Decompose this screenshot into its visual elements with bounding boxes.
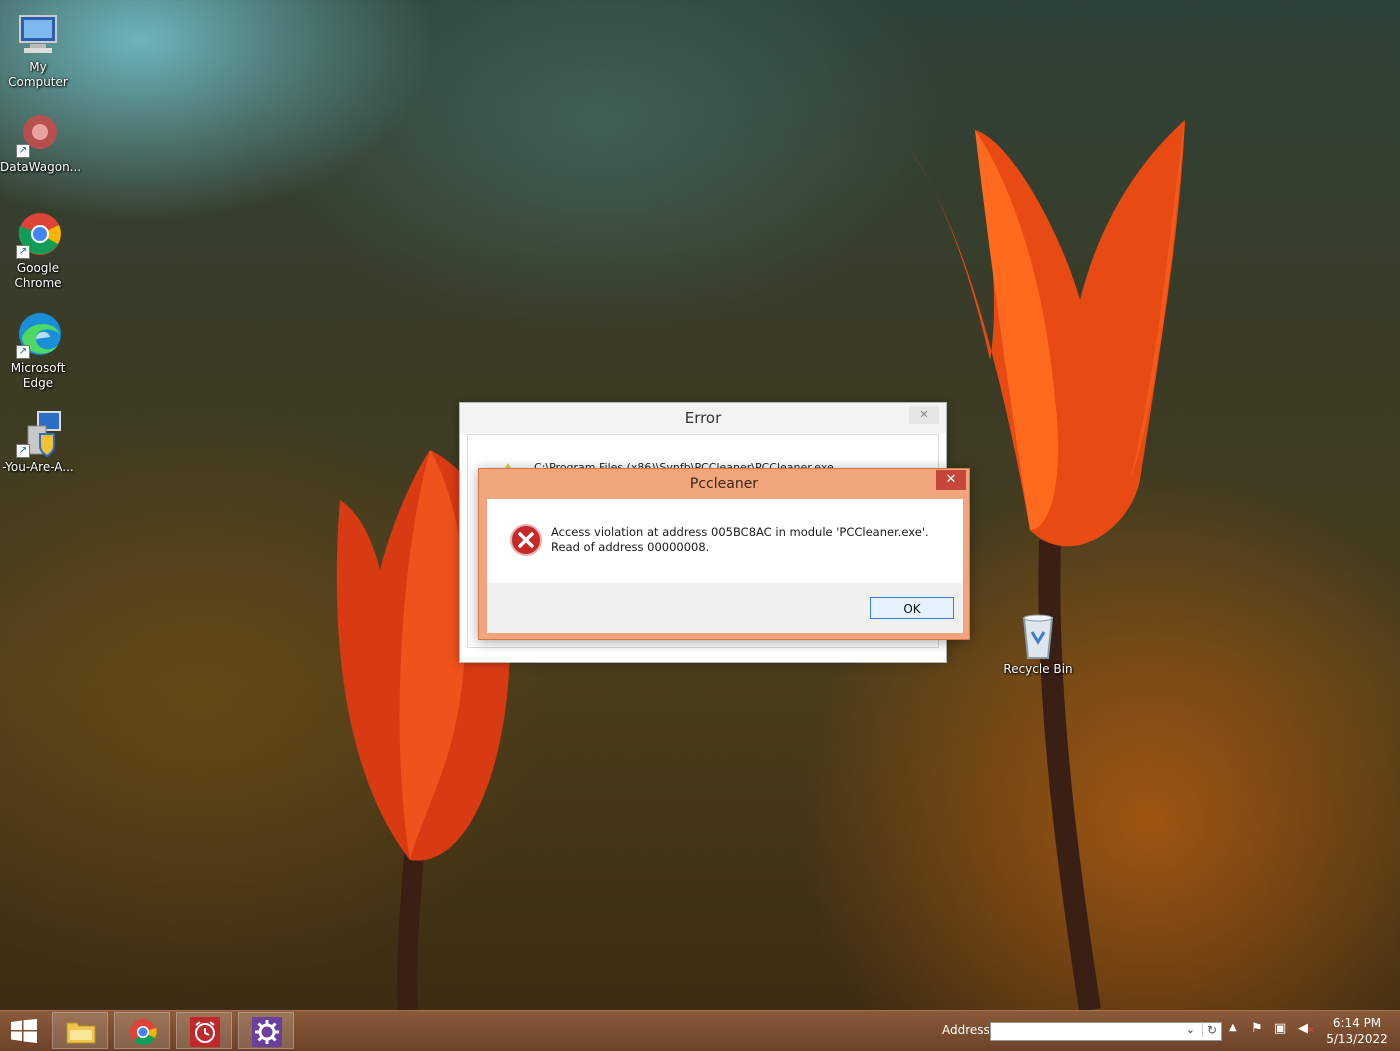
error-icon bbox=[510, 524, 542, 556]
pccleaner-dialog[interactable]: Pccleaner ✕ Access violation at address … bbox=[478, 468, 970, 640]
desktop-icon-label: -You-Are-A... bbox=[2, 460, 74, 474]
chrome-icon bbox=[130, 1019, 157, 1046]
start-button[interactable] bbox=[0, 1011, 48, 1051]
alarm-clock-icon bbox=[190, 1017, 220, 1047]
shortcut-arrow-icon: ↗ bbox=[16, 345, 30, 359]
pccleaner-dialog-close-button[interactable]: ✕ bbox=[936, 470, 966, 490]
clock-date: 5/13/2022 bbox=[1326, 1032, 1388, 1046]
taskbar-chrome[interactable] bbox=[114, 1012, 170, 1049]
desktop-icon-label: Google Chrome bbox=[14, 261, 62, 290]
desktop-icon-label: Microsoft Edge bbox=[10, 361, 66, 390]
error-dialog-title: Error bbox=[684, 409, 722, 427]
pccleaner-dialog-titlebar[interactable]: Pccleaner bbox=[479, 469, 969, 499]
desktop-icon-label: DataWagon... bbox=[0, 160, 82, 174]
computer-icon bbox=[14, 10, 62, 58]
close-icon: ✕ bbox=[919, 408, 929, 421]
shortcut-arrow-icon: ↗ bbox=[16, 444, 30, 458]
edge-icon: ↗ bbox=[14, 311, 62, 359]
shortcut-arrow-icon: ↗ bbox=[16, 144, 30, 158]
datawagon-icon: ↗ bbox=[14, 110, 62, 158]
desktop-icon-my-computer[interactable]: My Computer bbox=[0, 10, 76, 90]
desktop-icon-microsoft-edge[interactable]: ↗ Microsoft Edge bbox=[0, 311, 76, 391]
clock[interactable]: 6:14 PM 5/13/2022 bbox=[1322, 1015, 1392, 1047]
taskbar: Address ⌄ ↻ ▲ ⚑ ▣ ◀ ✕ 6:14 PM 5/13/2022 bbox=[0, 1010, 1400, 1051]
desktop-icon-google-chrome[interactable]: ↗ Google Chrome bbox=[0, 211, 76, 291]
network-icon[interactable]: ▣ bbox=[1274, 1021, 1286, 1036]
error-dialog-close-button[interactable]: ✕ bbox=[909, 406, 939, 424]
pccleaner-dialog-message: Access violation at address 005BC8AC in … bbox=[551, 525, 929, 554]
taskbar-settings[interactable] bbox=[238, 1012, 294, 1049]
desktop-icon-label: Recycle Bin bbox=[1003, 662, 1073, 676]
close-icon: ✕ bbox=[945, 472, 957, 487]
taskbar-file-explorer[interactable] bbox=[52, 1012, 108, 1049]
pccleaner-dialog-footer: OK bbox=[487, 583, 963, 633]
volume-muted-x-icon: ✕ bbox=[1307, 1026, 1315, 1036]
address-toolbar-label: Address bbox=[942, 1023, 990, 1037]
desktop-icon-datawagon[interactable]: ↗ DataWagon... bbox=[0, 110, 82, 175]
desktop-icon-label: My Computer bbox=[8, 60, 68, 89]
shortcut-arrow-icon: ↗ bbox=[16, 245, 30, 259]
pccleaner-dialog-title: Pccleaner bbox=[689, 476, 759, 492]
taskbar-alarms[interactable] bbox=[176, 1012, 232, 1049]
recycle-bin-icon bbox=[1014, 612, 1062, 660]
action-center-flag-icon[interactable]: ⚑ bbox=[1251, 1021, 1263, 1036]
pccleaner-dialog-content: Access violation at address 005BC8AC in … bbox=[487, 499, 963, 583]
chrome-icon: ↗ bbox=[14, 211, 62, 259]
installer-icon: ↗ bbox=[14, 410, 62, 458]
chevron-down-icon[interactable]: ⌄ bbox=[1186, 1023, 1195, 1036]
desktop-icon-installer[interactable]: ↗ -You-Are-A... bbox=[0, 410, 76, 475]
clock-time: 6:14 PM bbox=[1332, 1016, 1382, 1030]
ok-button[interactable]: OK bbox=[870, 597, 954, 619]
address-input[interactable]: ⌄ ↻ bbox=[990, 1022, 1222, 1041]
file-explorer-icon bbox=[66, 1022, 96, 1044]
desktop-icon-recycle-bin[interactable]: Recycle Bin bbox=[1000, 612, 1076, 677]
tray-overflow-icon[interactable]: ▲ bbox=[1229, 1022, 1237, 1033]
settings-icon bbox=[252, 1017, 282, 1047]
refresh-icon[interactable]: ↻ bbox=[1201, 1023, 1217, 1037]
error-dialog-titlebar[interactable]: Error bbox=[460, 403, 946, 433]
windows-start-icon bbox=[11, 1019, 37, 1043]
